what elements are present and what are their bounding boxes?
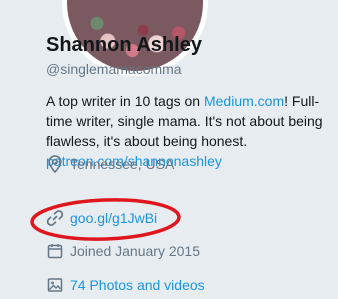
location-row: Tennessee, USA [46,154,174,174]
calendar-icon [46,242,64,260]
photos-videos-link[interactable]: 74 Photos and videos [70,277,205,293]
image-icon [46,276,64,294]
website-row[interactable]: goo.gl/g1JwBi [46,208,157,228]
website-link[interactable]: goo.gl/g1JwBi [70,210,157,226]
profile-card: Shannon Ashley @singlemamacomma A top wr… [0,0,338,299]
bio-text: A top writer in 10 tags on [46,93,204,109]
location-text: Tennessee, USA [70,156,175,172]
photos-row[interactable]: 74 Photos and videos [46,275,205,295]
profile-handle[interactable]: @singlemamacomma [46,61,182,77]
joined-text: Joined January 2015 [70,243,200,259]
link-icon [46,209,64,227]
joined-row: Joined January 2015 [46,241,200,261]
medium-link[interactable]: Medium.com [204,93,284,109]
profile-name: Shannon Ashley [46,34,202,56]
map-pin-icon [46,155,64,173]
